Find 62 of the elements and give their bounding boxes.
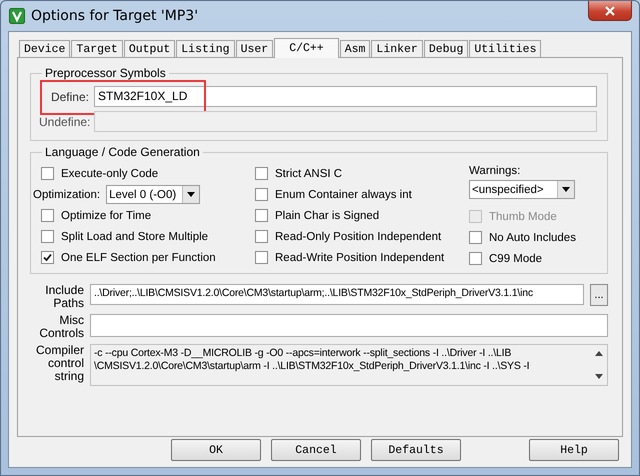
checkbox-label: Enum Container always int <box>275 188 412 200</box>
group-title: Preprocessor Symbols <box>44 66 167 80</box>
group-title: Language / Code Generation <box>44 145 201 159</box>
dropdown-arrow-icon <box>187 192 196 197</box>
tab[interactable]: Utilities <box>469 40 542 57</box>
tab[interactable]: Target <box>71 40 123 57</box>
tab[interactable]: Listing <box>176 40 235 57</box>
tab[interactable]: C/C++ <box>274 38 339 58</box>
field-label: Compiler control string <box>34 344 84 383</box>
input-field[interactable]: STM32F10X_LD <box>94 86 597 107</box>
dropdown[interactable]: <unspecified> <box>469 180 575 199</box>
input-field[interactable]: ..\Driver;..\LIB\CMSISV1.2.0\Core\CM3\startup\arm;..\LIB\STM32F10x_StdPeriph_DriverV3.1.1\inc <box>90 284 584 305</box>
checkbox-label: Thumb Mode <box>489 210 557 222</box>
field-label: Define: <box>50 90 89 104</box>
tab[interactable]: Linker <box>371 40 423 57</box>
tab[interactable]: Asm <box>340 40 370 57</box>
app-icon <box>9 8 25 24</box>
checkbox[interactable] <box>469 231 482 244</box>
browse-button[interactable]: ... <box>590 284 608 306</box>
checkbox[interactable] <box>41 209 54 222</box>
close-icon <box>604 6 616 16</box>
tab[interactable]: Output <box>124 40 176 57</box>
field-label: Include Paths <box>44 284 84 310</box>
tab[interactable]: Device <box>19 40 70 57</box>
checkbox-label: Read-Only Position Independent <box>275 230 442 242</box>
dropdown-arrow-icon <box>562 187 570 192</box>
checkbox[interactable] <box>41 230 54 243</box>
checkbox[interactable] <box>469 252 482 265</box>
checkbox[interactable] <box>255 251 268 264</box>
dialog-button[interactable]: Help <box>529 439 619 461</box>
checkbox[interactable] <box>255 167 268 180</box>
field-label: Optimization: <box>33 188 100 200</box>
checkbox-label: Split Load and Store Multiple <box>61 230 208 242</box>
field-label: Warnings: <box>469 165 522 177</box>
close-button[interactable] <box>588 1 632 21</box>
checkbox-label: No Auto Includes <box>489 232 576 244</box>
checkbox[interactable] <box>255 188 268 201</box>
checkbox-label: Optimize for Time <box>61 210 152 222</box>
text-line: \CMSISV1.2.0\Core\CM3\startup\arm -I ..\LIB\STM32F10x_StdPeriph_DriverV3.1.1\inc -I ..\SYS -I <box>94 360 530 373</box>
tab[interactable]: Debug <box>424 40 468 57</box>
tab[interactable]: User <box>236 40 274 57</box>
checkbox-label: Execute-only Code <box>61 168 158 180</box>
scroll-down-icon[interactable] <box>595 374 603 379</box>
dropdown[interactable]: Level 0 (-O0) <box>106 185 200 204</box>
checkbox-label: Read-Write Position Independent <box>275 252 444 264</box>
field-label: Undefine: <box>39 114 89 128</box>
checkbox[interactable] <box>41 251 54 264</box>
text-line: -c --cpu Cortex-M3 -D__MICROLIB -g -O0 --apcs=interwork --split_sections -I ..\Driver -I ..\LIB <box>94 347 512 360</box>
field-label: Misc Controls <box>38 314 84 340</box>
dialog-button[interactable]: OK <box>171 439 261 461</box>
scroll-up-icon[interactable] <box>595 351 603 356</box>
checkbox-label: Plain Char is Signed <box>275 210 380 222</box>
window-title: Options for Target 'MP3' <box>31 8 198 24</box>
checkbox-label: C99 Mode <box>489 252 542 264</box>
checkbox-label: Strict ANSI C <box>275 168 342 180</box>
checkbox[interactable] <box>255 230 268 243</box>
checkbox[interactable] <box>41 167 54 180</box>
dialog-button[interactable]: Defaults <box>371 439 461 461</box>
input-field[interactable] <box>90 314 608 337</box>
checkbox[interactable] <box>255 209 268 222</box>
dialog-button[interactable]: Cancel <box>271 439 361 461</box>
checkbox-label: One ELF Section per Function <box>61 252 216 264</box>
